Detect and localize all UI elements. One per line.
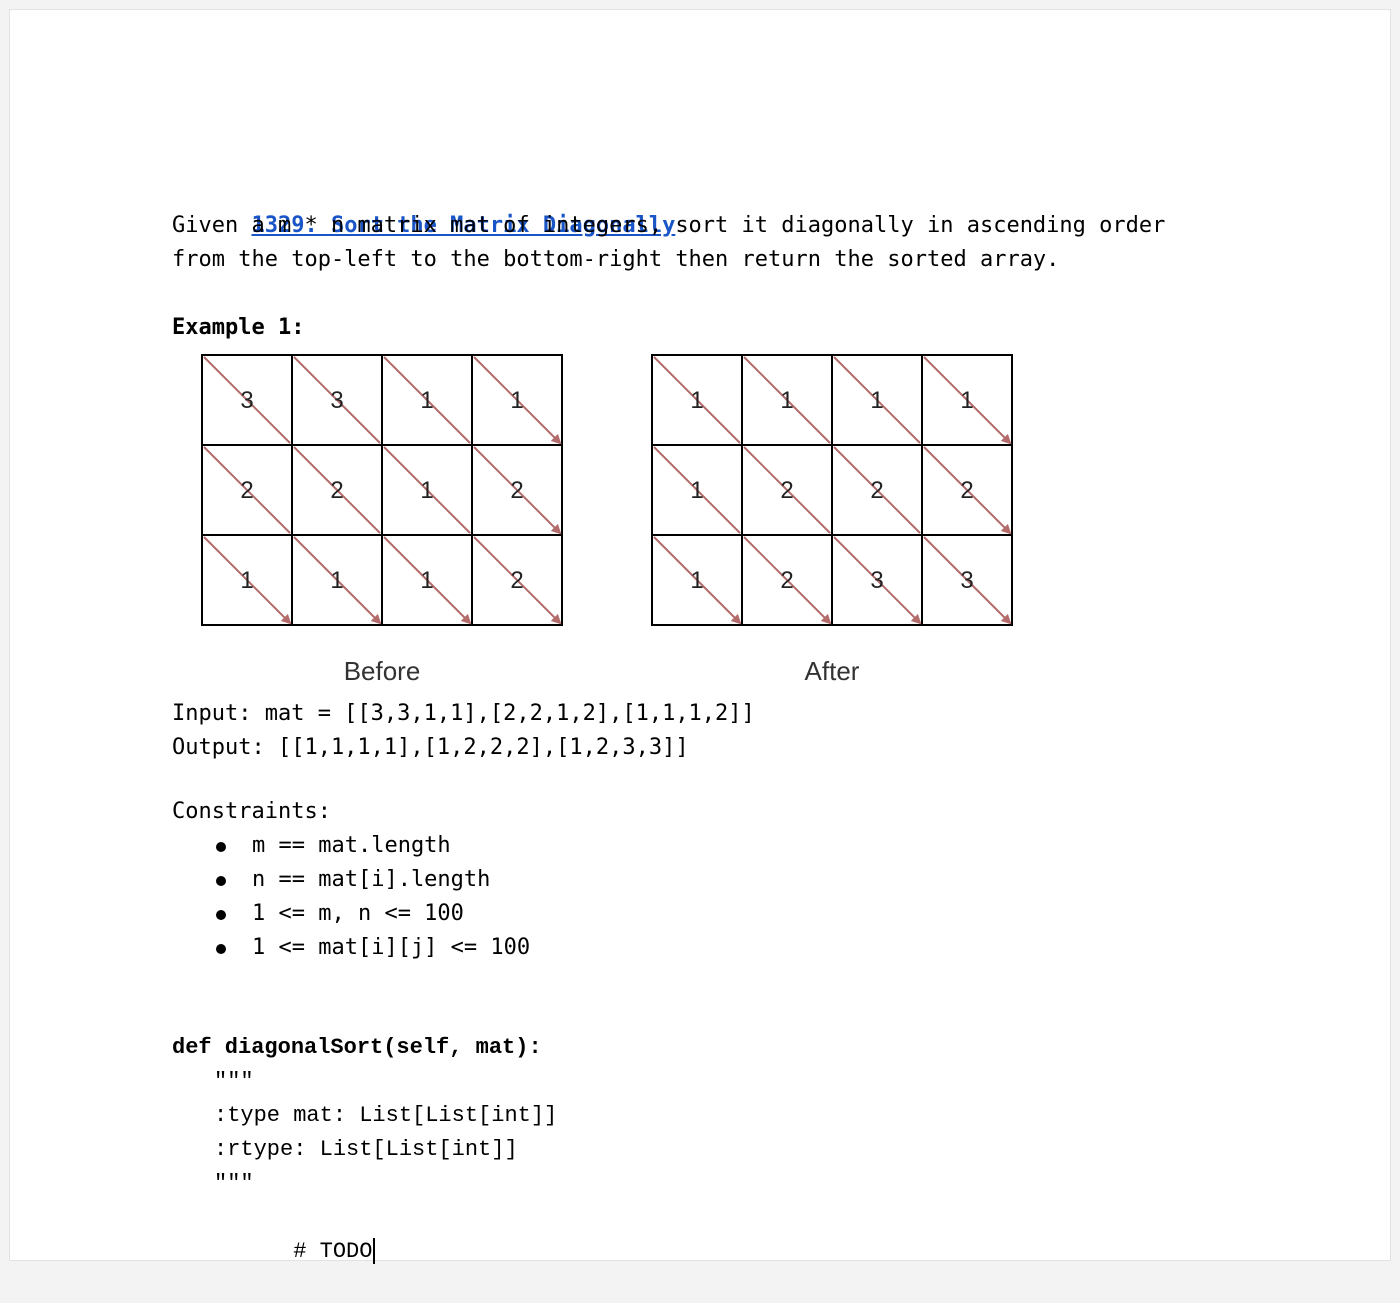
after-cell-value: 1	[690, 477, 703, 504]
after-matrix: 1 1 1 1 1 2 2 2 1 2 3 3	[651, 354, 1013, 626]
bullet-icon	[216, 910, 226, 920]
after-cell-value: 2	[780, 567, 793, 594]
after-cell-value: 1	[780, 387, 793, 414]
before-cell-value: 1	[330, 567, 343, 594]
docstring-open: """	[214, 1069, 254, 1094]
bullet-icon	[216, 876, 226, 886]
after-cell-value: 2	[780, 477, 793, 504]
constraint-item: m == mat.length	[172, 829, 1322, 863]
problem-title-line: 1329. Sort the Matrix Diagonally	[172, 175, 1322, 238]
constraint-item: n == mat[i].length	[172, 863, 1322, 897]
after-caption: After	[805, 656, 860, 686]
after-cell-value: 1	[690, 387, 703, 414]
after-cell-value: 3	[960, 567, 973, 594]
input-line: Input: mat = [[3,3,1,1],[2,2,1,2],[1,1,1…	[172, 701, 755, 726]
after-cell-value: 2	[870, 477, 883, 504]
before-cell-value: 1	[420, 387, 433, 414]
after-cell-value: 1	[870, 387, 883, 414]
text-cursor	[373, 1238, 376, 1265]
document-body[interactable]: 1329. Sort the Matrix Diagonally Given a…	[172, 175, 1322, 1265]
before-cell-value: 1	[420, 567, 433, 594]
constraints-heading: Constraints:	[172, 799, 331, 824]
example-figure: 3 3 1 1 2 2 1 2 1 1 1 2 1 1 1 1 1 2 2 2 1 2 3 3 Before After	[172, 347, 1322, 697]
docstring-close: """	[214, 1171, 254, 1196]
bullet-icon	[216, 842, 226, 852]
constraints-list: m == mat.length n == mat[i].length 1 <= …	[172, 829, 1322, 965]
before-cell-value: 1	[510, 387, 523, 414]
after-cell-value: 2	[960, 477, 973, 504]
problem-description-line-1: Given a m * n matrix mat of integers, so…	[172, 213, 1166, 238]
constraint-item: 1 <= m, n <= 100	[172, 897, 1322, 931]
before-cell-value: 2	[240, 477, 253, 504]
example-heading: Example 1:	[172, 315, 305, 340]
after-cell-value: 3	[870, 567, 883, 594]
before-cell-value: 1	[240, 567, 253, 594]
example-diagram: 3 3 1 1 2 2 1 2 1 1 1 2 1 1 1 1 1 2 2 2 1 2 3 3 Before After	[201, 354, 1013, 686]
after-cell-value: 1	[690, 567, 703, 594]
problem-description-line-2: from the top-left to the bottom-right th…	[172, 247, 1060, 272]
before-cell-value: 3	[330, 387, 343, 414]
output-line: Output: [[1,1,1,1],[1,2,2,2],[1,2,3,3]]	[172, 735, 689, 760]
before-cell-value: 2	[510, 477, 523, 504]
before-matrix: 3 3 1 1 2 2 1 2 1 1 1 2	[201, 354, 563, 626]
before-caption: Before	[344, 656, 421, 686]
before-cell-value: 2	[330, 477, 343, 504]
todo-line[interactable]: # TODO	[172, 1201, 1322, 1265]
docstring-type-line: :type mat: List[List[int]]	[214, 1103, 558, 1128]
constraint-item: 1 <= mat[i][j] <= 100	[172, 931, 1322, 965]
before-cell-value: 1	[420, 477, 433, 504]
todo-comment: # TODO	[293, 1239, 373, 1264]
code-signature: def diagonalSort(self, mat):	[172, 1035, 542, 1060]
bullet-icon	[216, 944, 226, 954]
after-cell-value: 1	[960, 387, 973, 414]
before-cell-value: 2	[510, 567, 523, 594]
docstring-rtype-line: :rtype: List[List[int]]	[214, 1137, 518, 1162]
document-page[interactable]: 1329. Sort the Matrix Diagonally Given a…	[9, 9, 1391, 1265]
before-cell-value: 3	[240, 387, 253, 414]
